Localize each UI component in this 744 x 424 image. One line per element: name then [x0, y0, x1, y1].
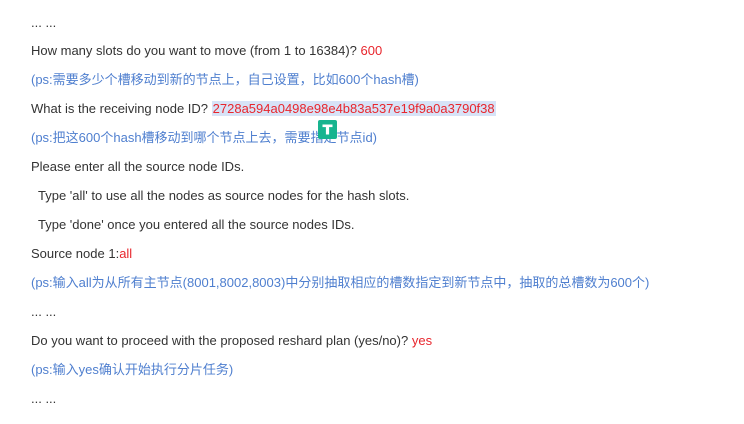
t-glyph-icon	[322, 124, 333, 135]
node-id-prompt-line: What is the receiving node ID? 2728a594a…	[31, 100, 496, 118]
source-nodes-heading: Please enter all the source node IDs.	[31, 159, 245, 174]
slots-prompt: How many slots do you want to move (from…	[31, 43, 361, 58]
proceed-prompt-line: Do you want to proceed with the proposed…	[31, 332, 432, 350]
translate-badge-icon[interactable]	[318, 120, 337, 139]
slots-value: 600	[360, 43, 383, 58]
type-all-instruction: Type 'all' to use all the nodes as sourc…	[38, 188, 410, 203]
slots-prompt-line: How many slots do you want to move (from…	[31, 42, 382, 60]
ellipsis-line-2: ... ...	[31, 304, 57, 319]
node-id-prompt: What is the receiving node ID?	[31, 101, 212, 116]
node-id-value[interactable]: 2728a594a0498e98e4b83a537e19f9a0a3790f38	[211, 101, 496, 116]
type-done-instruction: Type 'done' once you entered all the sou…	[38, 217, 355, 232]
proceed-note: (ps:输入yes确认开始执行分片任务)	[31, 362, 234, 377]
source-node-line: Source node 1:all	[31, 245, 132, 263]
source-node-prompt: Source node 1:	[31, 246, 120, 261]
slots-note: (ps:需要多少个槽移动到新的节点上，自己设置，比如600个hash槽)	[31, 72, 419, 87]
ellipsis-line-3: ... ...	[31, 391, 57, 406]
source-node-value: all	[119, 246, 133, 261]
proceed-prompt: Do you want to proceed with the proposed…	[31, 333, 412, 348]
source-node-note: (ps:输入all为从所有主节点(8001,8002,8003)中分别抽取相应的…	[31, 275, 650, 290]
proceed-value: yes	[411, 333, 433, 348]
ellipsis-line: ... ...	[31, 15, 57, 30]
